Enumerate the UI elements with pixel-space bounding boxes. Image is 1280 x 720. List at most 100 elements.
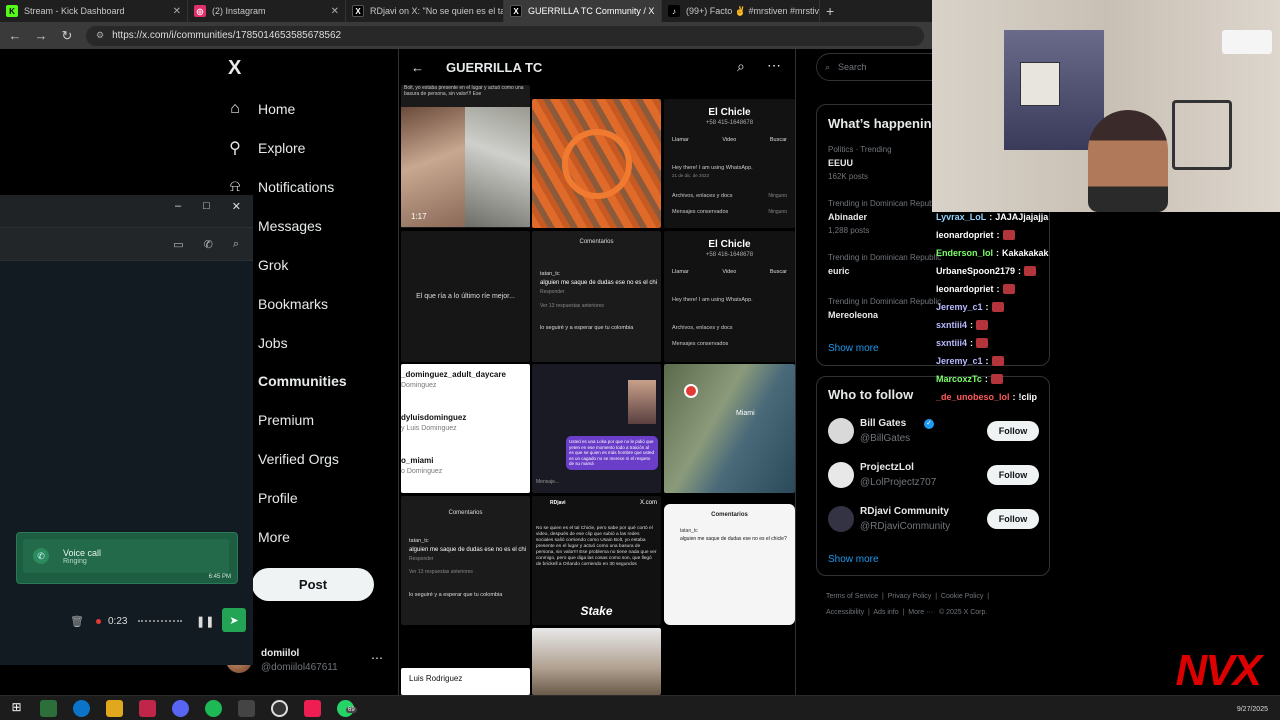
chat-username[interactable]: leonardopriet [936,284,994,294]
maximize-button[interactable]: □ [203,200,210,212]
terminal-icon[interactable] [40,700,57,717]
tweet-user: RDjavi [550,500,566,506]
voice-call-card: ✆ Voice call Ringing [23,539,229,573]
spotify-icon[interactable] [205,700,222,717]
back-arrow-icon[interactable]: ← [411,60,424,75]
tiktok-icon[interactable] [304,700,321,717]
taskbar-clock[interactable]: 9/27/2025 [1237,706,1268,713]
media-follow-list[interactable]: _dominguez_adult_daycare Dominguez dyluisd… [401,364,530,493]
media-comments-1[interactable]: Comentarios tatan_tc alguien me saque de… [532,231,661,362]
footer-link-cookie[interactable]: Cookie Policy [941,593,983,600]
tweet-text: No se quien es el tal Chicle, pero sabe … [536,526,657,567]
contact-saved: Mensajes conservados [672,341,729,347]
chat-username[interactable]: MarcoxzTc [936,374,982,384]
media-dm-screenshot[interactable]: Usted es una Loka por que no le pidió qu… [532,364,661,493]
media-photo[interactable] [532,628,661,695]
sidebar-item-home[interactable]: ⌂ Home [226,100,295,118]
chat-message: Lyvrax_LoL: JAJAJjajajja [936,212,1048,222]
media-ig-comments[interactable]: Comentarios tatan_tc alguien me saque de… [664,504,795,625]
avatar [828,462,854,488]
media-video-1[interactable]: Bolt, yo estaba presente en el lugar y a… [401,85,530,228]
comment-more: Ver 13 respuestas anteriores [540,303,604,309]
sidebar-item-label: More [258,529,290,545]
edge-icon[interactable] [73,700,90,717]
trend-item[interactable]: Trending in Dominican Repub Abinader 1,2… [828,199,934,235]
discord-icon[interactable] [172,700,189,717]
follow-button[interactable]: Follow [987,509,1039,529]
back-arrow-icon[interactable]: ← [8,28,22,43]
footer-link-privacy[interactable]: Privacy Policy [888,593,932,600]
pause-icon[interactable]: ❚❚ [196,615,214,628]
more-icon[interactable]: ⋯ [767,57,781,74]
chat-username[interactable]: Jeremy_c1 [936,356,983,366]
obs-icon[interactable] [271,700,288,717]
search-icon[interactable]: ⌕ [233,238,239,251]
sidebar-item-explore[interactable]: ⚲ Explore [226,139,305,157]
trash-icon[interactable]: 🗑 [70,615,84,628]
follow-suggestion[interactable]: RDjavi Community @RDjaviCommunity Follow [828,506,1040,534]
footer-link-ads[interactable]: Ads info [873,609,898,616]
search-action: Buscar [769,269,787,275]
chat-username[interactable]: Lyvrax_LoL [936,212,986,222]
site-info-icon[interactable]: ⚙ [96,30,104,41]
more-icon[interactable]: ⋯ [371,651,383,665]
notification-badge: 69 [346,707,357,713]
tab-tiktok[interactable]: ♪ (99+) Facto ✌️ #mrstiven #mrstiv ✕ [662,0,820,22]
app-icon[interactable] [139,700,156,717]
media-map[interactable]: Miami [664,364,795,493]
chat-username[interactable]: Jeremy_c1 [936,302,983,312]
sidebar-item-notifications[interactable]: ⍾ Notifications [226,178,335,196]
media-tweet-screenshot[interactable]: RDjavi X.com No se quien es el tal Chicl… [532,496,661,625]
app-icon[interactable] [238,700,255,717]
trend-item[interactable]: Trending in Dominican Republic Mereoleon… [828,297,941,320]
trend-name: EEUU [828,158,854,168]
media-text-image[interactable]: El que ría a lo último ríe mejor... [401,231,530,362]
chat-username[interactable]: _de_unobeso_lol [936,392,1010,402]
search-box[interactable]: ⌕ Search [816,53,946,81]
nvx-logo: NVX [1175,646,1262,695]
trend-item[interactable]: Trending in Dominican Republic euric [828,253,941,276]
media-contact-card-1[interactable]: El Chicle +58 415-1648678 Llamar Video B… [664,99,795,228]
follow-suggestion[interactable]: ProjectzLol @LolProjectz707 Follow [828,462,1040,490]
file-explorer-icon[interactable] [106,700,123,717]
reload-icon[interactable]: ↻ [60,28,74,44]
media-image-2[interactable] [532,99,661,228]
follow-button[interactable]: Follow [987,421,1039,441]
chat-username[interactable]: sxntiii4 [936,320,967,330]
media-contact-card-2[interactable]: El Chicle +58 416-1648678 Llamar Video B… [664,231,795,362]
x-logo-icon[interactable]: X [228,57,241,80]
post-button[interactable]: Post [252,568,374,601]
video-call-icon[interactable]: ▭ [173,238,183,251]
new-tab-button[interactable]: + [820,0,840,22]
phone-icon[interactable]: ✆ [204,238,213,251]
follow-suggestion[interactable]: Bill Gates @BillGates ✓ Follow [828,418,1040,446]
media-profile[interactable]: Luis Rodriguez [401,668,530,695]
search-icon[interactable]: ⌕ [737,58,745,75]
footer-link-more[interactable]: More ··· [908,609,933,616]
show-more-link[interactable]: Show more [828,554,879,565]
chat-username[interactable]: UrbaneSpoon2179 [936,266,1015,276]
voice-call-bubble[interactable]: ✆ Voice call Ringing 6:45 PM [16,532,238,584]
close-button[interactable]: ✕ [232,200,241,213]
footer-link-accessibility[interactable]: Accessibility [826,609,864,616]
forward-arrow-icon[interactable]: → [34,28,48,43]
trend-item[interactable]: Politics · Trending EEUU 162K posts [828,145,892,181]
tab-rdjavi[interactable]: X RDjavi on X: "No se quien es el ta ✕ [346,0,504,22]
chat-username[interactable]: sxntiii4 [936,338,967,348]
chat-username[interactable]: leonardopriet [936,230,994,240]
minimize-button[interactable]: – [175,200,181,212]
media-comments-2[interactable]: Comentarios tatan_tc alguien me saque de… [401,496,530,625]
close-icon[interactable]: ✕ [331,6,339,17]
close-icon[interactable]: ✕ [173,6,181,17]
footer-link-terms[interactable]: Terms of Service [826,593,878,600]
send-button[interactable]: ➤ [222,608,246,632]
chat-username[interactable]: Enderson_lol [936,248,993,258]
comments-title: Comentarios [711,512,748,518]
windows-start-icon[interactable]: ⊞ [8,700,25,717]
show-more-link[interactable]: Show more [828,343,879,354]
follow-button[interactable]: Follow [987,465,1039,485]
tab-instagram[interactable]: ◎ (2) Instagram ✕ [188,0,346,22]
address-bar[interactable]: ⚙ https://x.com/i/communities/1785014653… [86,25,924,46]
tab-guerrilla[interactable]: X GUERRILLA TC Community / X ✕ [504,0,662,22]
tab-kick[interactable]: K Stream - Kick Dashboard ✕ [0,0,188,22]
